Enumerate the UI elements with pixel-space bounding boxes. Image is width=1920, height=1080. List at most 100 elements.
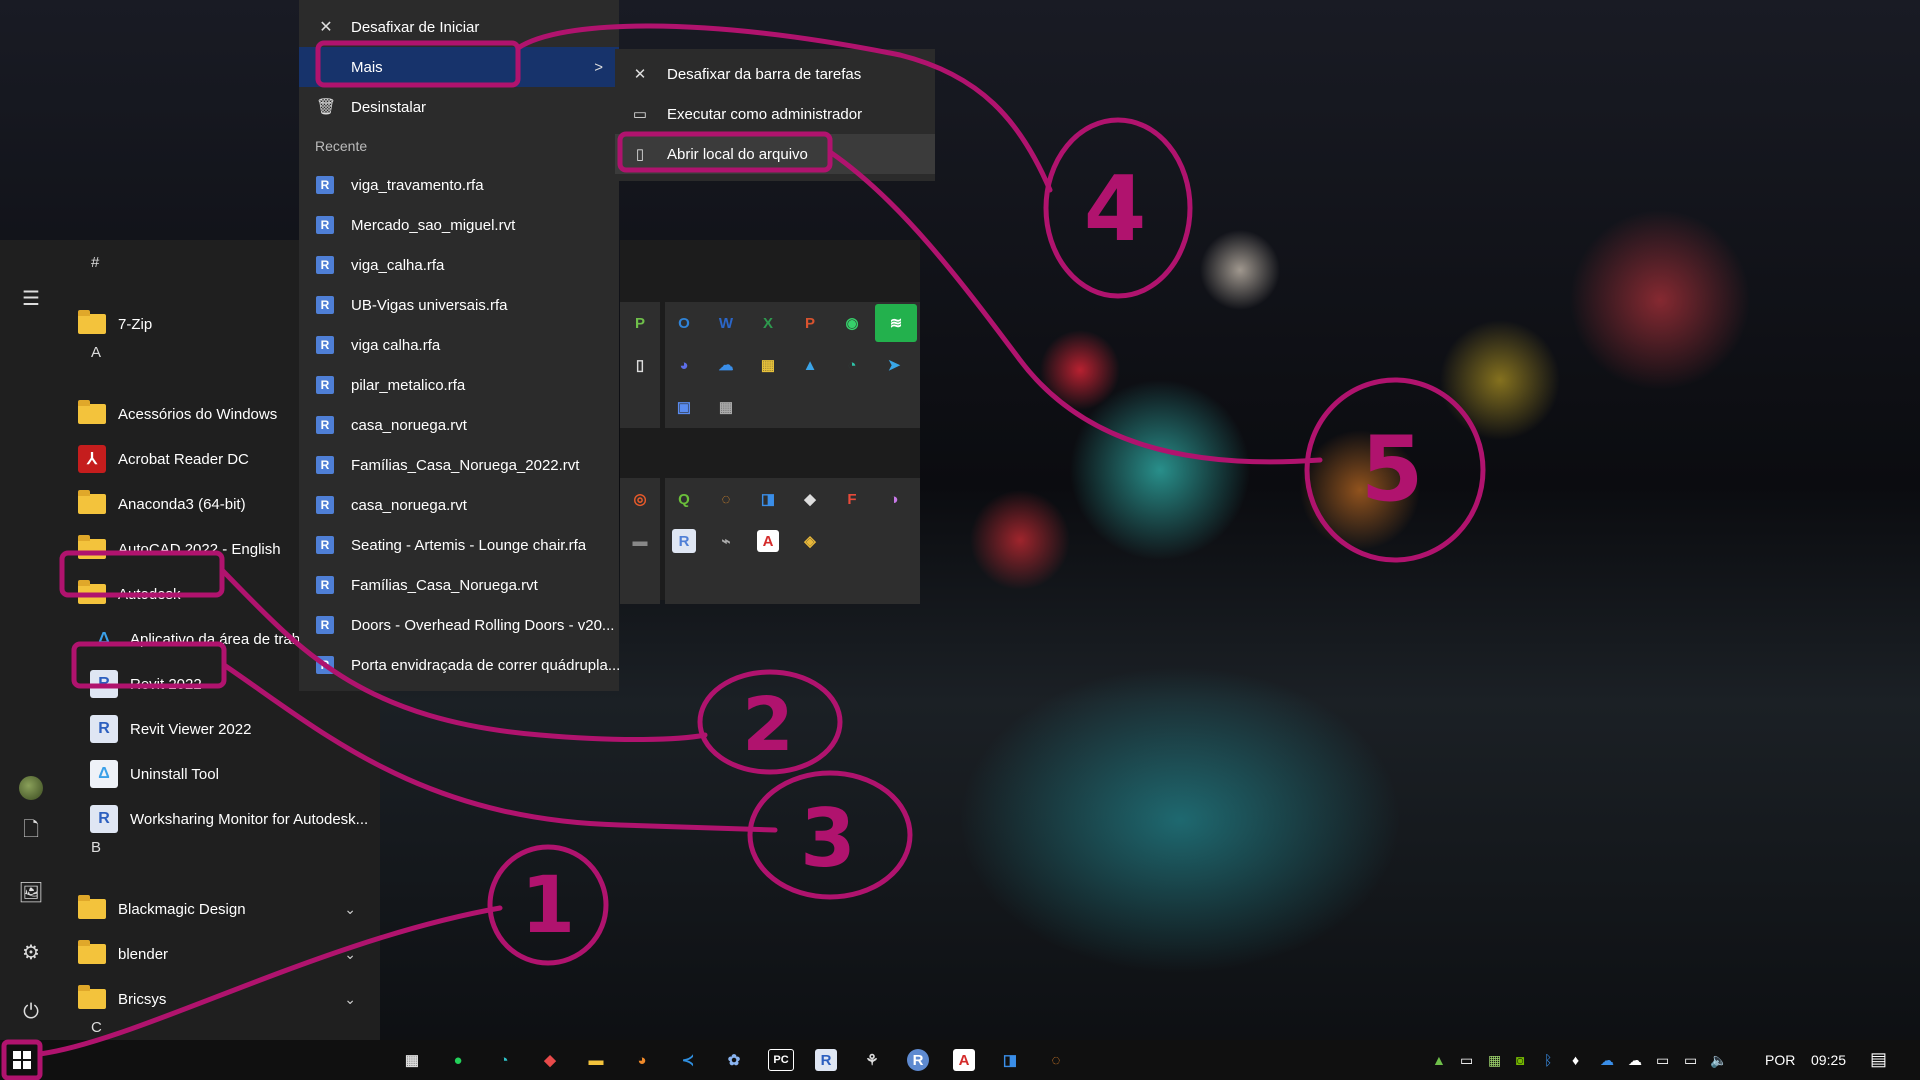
recent-item[interactable]: Rviga calha.rfa [299, 325, 619, 365]
file-icon[interactable]: ▯ [621, 346, 659, 384]
spotify-icon[interactable]: ≋ [875, 304, 917, 342]
qgis-icon[interactable]: Q [665, 480, 703, 518]
project-icon[interactable]: P [621, 304, 659, 342]
pycharm-icon[interactable]: PC [768, 1049, 794, 1071]
volume-icon[interactable]: 🔈 [1710, 1052, 1727, 1069]
chevron-down-icon[interactable]: ⌄ [344, 901, 356, 918]
app-tile-icon[interactable]: ◨ [749, 480, 787, 518]
app-taskbar-icon[interactable]: ✿ [717, 1046, 751, 1074]
ubuntu-icon[interactable]: ◎ [621, 480, 659, 518]
recent-item[interactable]: R Seating - Artemis - Lounge chair.rfa [299, 525, 619, 565]
file-explorer-icon[interactable]: ▬ [579, 1046, 613, 1074]
calculator-icon[interactable]: ▦ [707, 388, 745, 426]
terminal-icon[interactable]: ▬ [621, 522, 659, 560]
battery-icon[interactable]: ▭ [1656, 1052, 1669, 1069]
davinci-icon[interactable]: ◑ [875, 480, 913, 518]
recent-label: casa_noruega.rvt [351, 416, 467, 434]
recent-item[interactable]: R Famílias_Casa_Noruega_2022.rvt [299, 445, 619, 485]
formit-icon[interactable]: F [833, 480, 871, 518]
autocad-icon[interactable]: A [757, 530, 779, 552]
power-icon[interactable]: ⏻ [0, 992, 62, 1032]
app-bricsys[interactable]: Bricsys ⌄ [78, 979, 378, 1019]
word-icon[interactable]: W [707, 304, 745, 342]
sketchup-icon[interactable]: ◆ [791, 480, 829, 518]
section-header-hash[interactable]: # [91, 254, 99, 271]
network-icon[interactable]: ▭ [1684, 1052, 1697, 1069]
submenu-item-run-as-admin[interactable]: ▭ Executar como administrador [615, 94, 935, 134]
nvidia-icon[interactable]: ◙ [1516, 1052, 1524, 1068]
recent-item[interactable]: R Doors - Overhead Rolling Doors - v20... [299, 605, 619, 645]
submenu-item-open-file-location[interactable]: ▯ Abrir local do arquivo [615, 134, 935, 174]
menu-item-more[interactable]: Mais > [299, 47, 619, 87]
app-tray-icon[interactable]: ♦ [1572, 1052, 1579, 1068]
outlook-icon[interactable]: O [665, 304, 703, 342]
submenu-item-unpin-taskbar[interactable]: ✕ Desafixar da barra de tarefas [615, 54, 935, 94]
app-tray-icon[interactable]: ▦ [1488, 1052, 1501, 1069]
tool-icon[interactable]: ⚘ [855, 1046, 889, 1074]
autocad-icon[interactable]: A [953, 1049, 975, 1071]
app-tile-icon[interactable]: ◈ [791, 522, 829, 560]
notification-center-icon[interactable]: ▤ [1870, 1049, 1887, 1070]
revit-icon[interactable]: R [672, 529, 696, 553]
store-icon[interactable]: ▦ [395, 1046, 429, 1074]
tool-icon[interactable]: ⌁ [707, 522, 745, 560]
app-worksharing-monitor[interactable]: R Worksharing Monitor for Autodesk... [90, 799, 390, 839]
spotify-icon[interactable]: ● [441, 1046, 475, 1074]
language-indicator[interactable]: POR [1765, 1052, 1795, 1068]
revit-icon: R [90, 670, 118, 698]
recent-item[interactable]: R Porta envidraçada de correr quádrupla..… [299, 645, 619, 685]
settings-gear-icon[interactable]: ⚙ [0, 932, 62, 972]
section-header-a[interactable]: A [91, 344, 101, 361]
onedrive-icon[interactable]: ☁ [1600, 1052, 1614, 1069]
recent-item[interactable]: R UB-Vigas universais.rfa [299, 285, 619, 325]
anydesk-icon[interactable]: ◆ [533, 1046, 567, 1074]
recent-item[interactable]: Rpilar_metalico.rfa [299, 365, 619, 405]
revit-icon[interactable]: R [815, 1049, 837, 1071]
google-drive-icon[interactable]: ▲ [1432, 1052, 1446, 1068]
telegram-icon[interactable]: ➤ [875, 346, 913, 384]
cloud-icon[interactable]: ☁ [1628, 1052, 1642, 1069]
recent-item[interactable]: Rcasa_noruega.rvt [299, 485, 619, 525]
recent-item[interactable]: Rviga_travamento.rfa [299, 165, 619, 205]
revit-file-icon: R [316, 176, 334, 194]
app-uninstall-tool[interactable]: Δ Uninstall Tool [90, 754, 390, 794]
recent-item[interactable]: Rviga_calha.rfa [299, 245, 619, 285]
menu-item-uninstall[interactable]: 🗑 Desinstalar [299, 87, 619, 127]
app-blackmagic[interactable]: Blackmagic Design ⌄ [78, 889, 378, 929]
discord-icon[interactable]: ◕ [665, 346, 703, 384]
app-blender[interactable]: blender ⌄ [78, 934, 378, 974]
menu-item-unpin-start[interactable]: ✕ Desafixar de Iniciar [299, 7, 619, 47]
onedrive-icon[interactable]: ☁ [707, 346, 745, 384]
documents-icon[interactable]: 🗋 [0, 812, 62, 852]
bluetooth-icon[interactable]: ᛒ [1544, 1052, 1552, 1068]
firefox-icon[interactable]: ◕ [625, 1046, 659, 1074]
excel-icon[interactable]: X [749, 304, 787, 342]
chevron-down-icon[interactable]: ⌄ [344, 991, 356, 1008]
recent-item[interactable]: Rcasa_noruega.rvt [299, 405, 619, 445]
store-icon[interactable]: ▦ [749, 346, 787, 384]
chevron-down-icon[interactable]: ⌄ [344, 946, 356, 963]
whatsapp-icon[interactable]: ◉ [833, 304, 871, 342]
vscode-icon[interactable]: ≺ [671, 1046, 705, 1074]
app-revit-viewer[interactable]: R Revit Viewer 2022 [90, 709, 390, 749]
blender-icon[interactable]: ◌ [1039, 1046, 1073, 1074]
hamburger-menu-icon[interactable]: ☰ [0, 278, 62, 318]
revit-viewer-icon[interactable]: R [907, 1049, 929, 1071]
edge-icon[interactable]: ◔ [487, 1046, 521, 1074]
app-taskbar-icon[interactable]: ◨ [993, 1046, 1027, 1074]
user-avatar[interactable] [0, 768, 62, 808]
zoom-icon[interactable]: ▣ [665, 388, 703, 426]
blender-icon[interactable]: ◌ [707, 480, 745, 518]
photos-icon[interactable]: ▲ [791, 346, 829, 384]
recent-item[interactable]: R Famílias_Casa_Noruega.rvt [299, 565, 619, 605]
pictures-icon[interactable]: 🖼 [0, 872, 62, 912]
edge-icon[interactable]: ◔ [833, 346, 871, 384]
message-icon[interactable]: ▭ [1460, 1052, 1473, 1069]
section-header-c[interactable]: C [91, 1019, 102, 1036]
section-header-b[interactable]: B [91, 839, 101, 856]
recent-item[interactable]: R Mercado_sao_miguel.rvt [299, 205, 619, 245]
clock[interactable]: 09:25 [1811, 1052, 1846, 1068]
powerpoint-icon[interactable]: P [791, 304, 829, 342]
menu-item-label: Desafixar de Iniciar [351, 18, 480, 36]
windows-start-icon[interactable] [5, 1046, 39, 1074]
